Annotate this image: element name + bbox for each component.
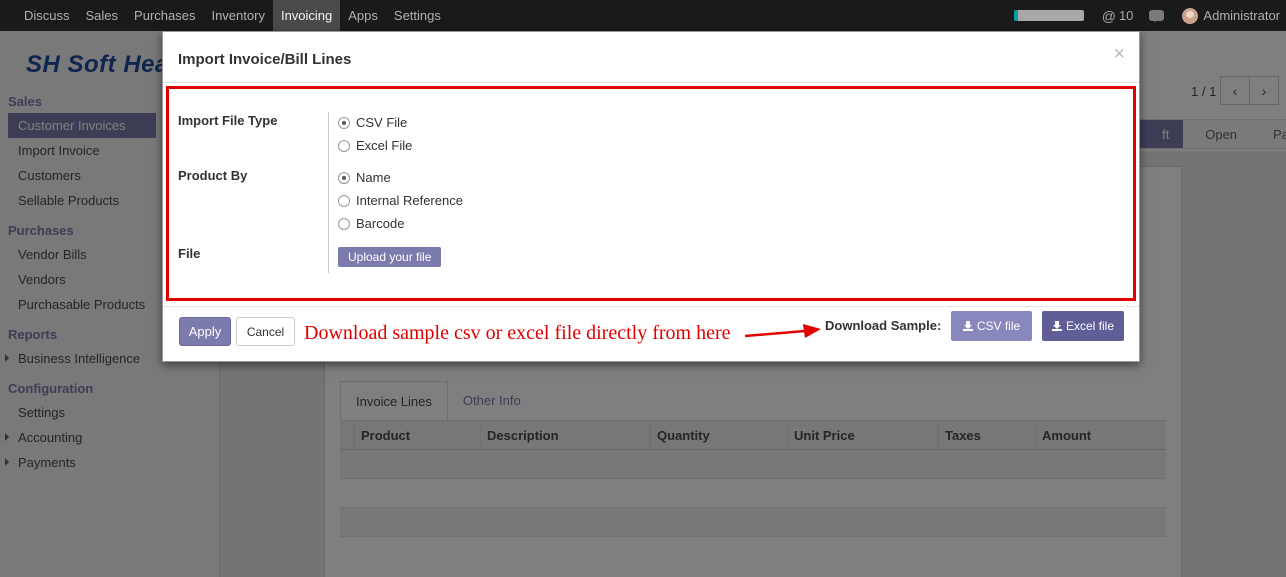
mentions-counter[interactable]: @ 10: [1102, 8, 1134, 24]
import-file-type-label: Import File Type: [178, 113, 278, 128]
menu-apps[interactable]: Apps: [340, 0, 386, 31]
dialog-footer-divider: [163, 306, 1139, 307]
radio-barcode[interactable]: Barcode: [338, 216, 404, 231]
radio-excel-file[interactable]: Excel File: [338, 138, 412, 153]
download-excel-button[interactable]: Excel file: [1042, 311, 1124, 341]
radio-button[interactable]: [338, 139, 350, 152]
csv-button-label: CSV file: [976, 319, 1021, 333]
radio-button[interactable]: [338, 194, 350, 207]
download-icon: [1051, 321, 1062, 331]
menu-settings[interactable]: Settings: [386, 0, 449, 31]
radio-label: Name: [356, 170, 391, 185]
apply-button[interactable]: Apply: [179, 317, 231, 346]
at-icon: @: [1101, 7, 1116, 24]
file-label: File: [178, 246, 201, 261]
download-icon: [962, 321, 973, 331]
navbar-systray: @ 10 Administrator: [1013, 0, 1286, 31]
mention-count: 10: [1118, 8, 1134, 23]
radio-label: Excel File: [356, 138, 413, 153]
menu-sales[interactable]: Sales: [78, 0, 127, 31]
radio-label: Barcode: [356, 216, 405, 231]
product-by-label: Product By: [178, 168, 248, 183]
excel-button-label: Excel file: [1065, 319, 1115, 333]
radio-name[interactable]: Name: [338, 170, 391, 185]
radio-button[interactable]: [338, 171, 350, 184]
cancel-button[interactable]: Cancel: [236, 317, 295, 346]
radio-label: Internal Reference: [356, 193, 463, 208]
radio-internal-reference[interactable]: Internal Reference: [338, 193, 463, 208]
user-name[interactable]: Administrator: [1203, 8, 1280, 23]
top-navbar: Discuss Sales Purchases Inventory Invoic…: [0, 0, 1286, 31]
avatar[interactable]: [1182, 7, 1199, 24]
menu-invoicing[interactable]: Invoicing: [272, 0, 341, 31]
menu-inventory[interactable]: Inventory: [203, 0, 272, 31]
field-separator: [328, 112, 329, 273]
dialog-title: Import Invoice/Bill Lines: [178, 51, 352, 68]
main-menu: Discuss Sales Purchases Inventory Invoic…: [16, 0, 449, 31]
chat-icon[interactable]: [1149, 10, 1165, 22]
annotation-text: Download sample csv or excel file direct…: [304, 322, 731, 344]
menu-purchases[interactable]: Purchases: [126, 0, 203, 31]
download-csv-button[interactable]: CSV file: [951, 311, 1032, 341]
radio-button[interactable]: [338, 217, 350, 230]
arrow-icon: [744, 324, 821, 338]
menu-discuss[interactable]: Discuss: [16, 0, 78, 31]
activity-progress-bar[interactable]: [1013, 10, 1084, 21]
download-sample-label: Download Sample:: [825, 318, 942, 333]
highlight-box: [166, 86, 1136, 301]
radio-csv-file[interactable]: CSV File: [338, 115, 407, 130]
radio-button[interactable]: [338, 116, 350, 129]
upload-file-button[interactable]: Upload your file: [338, 247, 442, 267]
close-icon[interactable]: ×: [1113, 44, 1125, 64]
dialog-header-divider: [163, 82, 1139, 83]
import-dialog: Import Invoice/Bill Lines × Import File …: [162, 31, 1140, 362]
radio-label: CSV File: [356, 115, 408, 130]
